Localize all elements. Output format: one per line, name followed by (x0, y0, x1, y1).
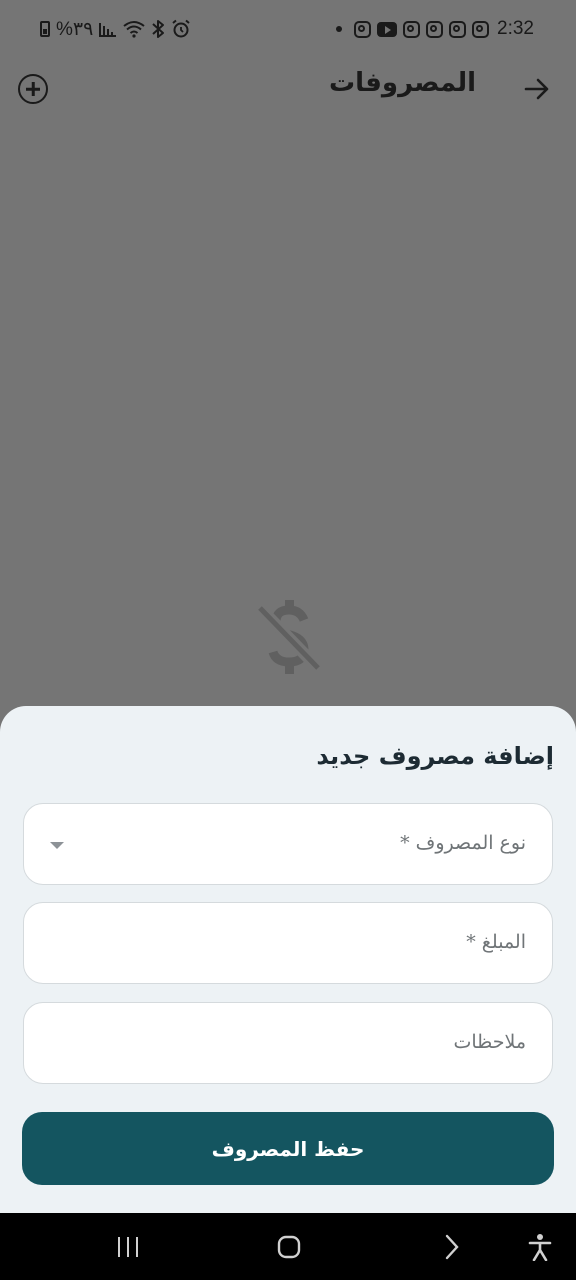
navigation-bar (0, 1213, 576, 1280)
instagram-icon (354, 20, 372, 38)
notification-dot-icon (336, 26, 343, 32)
recent-apps-button[interactable] (108, 1213, 148, 1280)
app-bar: المصروفات (0, 58, 576, 118)
status-bar: %٣٩ 2:32 (0, 0, 576, 58)
accessibility-button[interactable] (522, 1213, 558, 1280)
home-icon (277, 1235, 301, 1258)
home-button[interactable] (268, 1213, 310, 1280)
instagram-icon (403, 20, 421, 38)
status-right: 2:32 (336, 18, 534, 40)
bluetooth-icon (152, 20, 165, 38)
sheet-title: إضافة مصروف جديد (316, 742, 554, 770)
amount-label: المبلغ * (466, 931, 526, 953)
page-title: المصروفات (329, 68, 476, 98)
recent-apps-icon (118, 1236, 138, 1257)
amount-field[interactable]: المبلغ * (23, 902, 553, 984)
accessibility-icon (528, 1233, 552, 1261)
instagram-icon (472, 20, 490, 38)
signal-icon (99, 23, 117, 37)
money-off-icon (255, 600, 323, 674)
add-expense-icon[interactable] (18, 74, 48, 104)
back-arrow-icon[interactable] (524, 76, 550, 102)
back-button[interactable] (432, 1213, 472, 1280)
notes-field[interactable]: ملاحظات (23, 1002, 553, 1084)
save-expense-button[interactable]: حفظ المصروف (22, 1112, 554, 1185)
battery-icon (40, 21, 50, 37)
dropdown-arrow-icon (50, 842, 64, 849)
alarm-icon (172, 19, 190, 38)
status-time: 2:32 (497, 18, 534, 39)
instagram-icon (449, 20, 467, 38)
battery-percent: %٣٩ (56, 18, 94, 40)
notes-label: ملاحظات (453, 1031, 526, 1053)
back-chevron-icon (445, 1234, 459, 1259)
status-left: %٣٩ (40, 18, 191, 41)
expense-type-label: نوع المصروف * (400, 832, 526, 854)
instagram-icon (426, 20, 444, 38)
youtube-icon (377, 21, 398, 37)
expense-type-select[interactable]: نوع المصروف * (23, 803, 553, 885)
wifi-icon (123, 21, 145, 38)
add-expense-sheet: إضافة مصروف جديد نوع المصروف * المبلغ * … (0, 706, 576, 1213)
